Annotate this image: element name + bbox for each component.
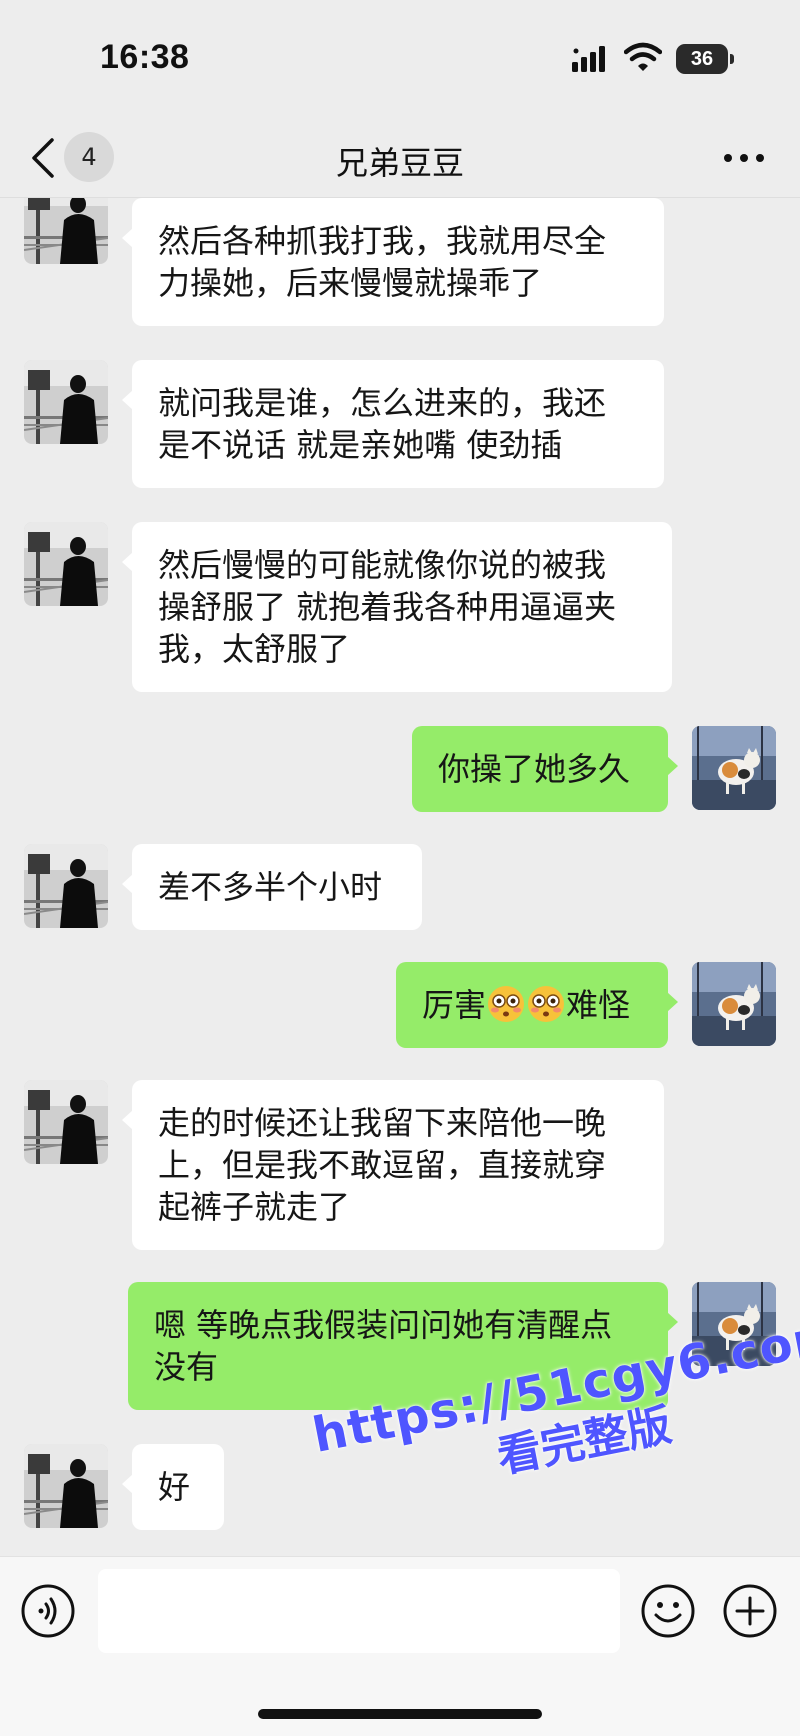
flushed-face-emoji — [527, 985, 565, 1023]
contact-avatar[interactable] — [24, 1444, 108, 1528]
signal-icon — [572, 46, 605, 72]
message-bubble-incoming[interactable]: 走的时候还让我留下来陪他一晚 上，但是我不敢逗留，直接就穿 起裤子就走了 — [122, 1080, 664, 1250]
contact-avatar[interactable] — [24, 844, 108, 928]
wifi-icon — [624, 42, 662, 71]
voice-icon[interactable] — [20, 1583, 76, 1639]
chat-title: 兄弟豆豆 — [335, 144, 464, 182]
input-bar — [0, 1556, 800, 1736]
message-list[interactable]: 然后各种抓我打我，我就用尽全 力操她，后来慢慢就操乖了 就问我是谁，怎么进来的，… — [0, 198, 800, 1556]
message-text: 厉害 — [422, 986, 487, 1024]
status-time: 16:38 — [100, 38, 190, 76]
message-bubble-incoming[interactable]: 就问我是谁，怎么进来的，我还 是不说话 就是亲她嘴 使劲插 — [122, 360, 664, 488]
self-avatar[interactable] — [692, 726, 776, 810]
battery-icon: 36 — [676, 44, 734, 74]
contact-avatar[interactable] — [24, 198, 108, 264]
message-text: 难怪 — [566, 986, 631, 1024]
message-bubble-incoming[interactable]: 差不多半个小时 — [122, 844, 422, 930]
message-bubble-outgoing[interactable]: 你操了她多久 — [412, 726, 678, 812]
chat-header: 4 兄弟豆豆 — [0, 118, 800, 198]
battery-level: 36 — [676, 44, 728, 74]
self-avatar[interactable] — [692, 962, 776, 1046]
message-bubble-incoming[interactable]: 好 — [122, 1444, 224, 1530]
message-bubble-incoming[interactable]: 然后慢慢的可能就像你说的被我 操舒服了 就抱着我各种用逼逼夹 我，太舒服了 — [122, 522, 672, 692]
contact-avatar[interactable] — [24, 522, 108, 606]
message-bubble-incoming[interactable]: 然后各种抓我打我，我就用尽全 力操她，后来慢慢就操乖了 — [122, 198, 664, 326]
home-indicator — [258, 1709, 542, 1719]
self-avatar[interactable] — [692, 1282, 776, 1366]
flushed-face-emoji — [487, 985, 525, 1023]
message-input[interactable] — [98, 1569, 620, 1653]
plus-icon[interactable] — [722, 1583, 778, 1639]
message-bubble-outgoing[interactable]: 嗯 等晚点我假装问问她有清醒点 没有 — [128, 1282, 678, 1410]
status-bar: 16:38 36 — [0, 0, 800, 118]
message-bubble-outgoing[interactable]: 厉害 难怪 — [396, 962, 678, 1048]
emoji-icon[interactable] — [640, 1583, 696, 1639]
more-dots-icon[interactable] — [722, 148, 766, 168]
battery-tip — [730, 54, 734, 64]
contact-avatar[interactable] — [24, 360, 108, 444]
contact-avatar[interactable] — [24, 1080, 108, 1164]
